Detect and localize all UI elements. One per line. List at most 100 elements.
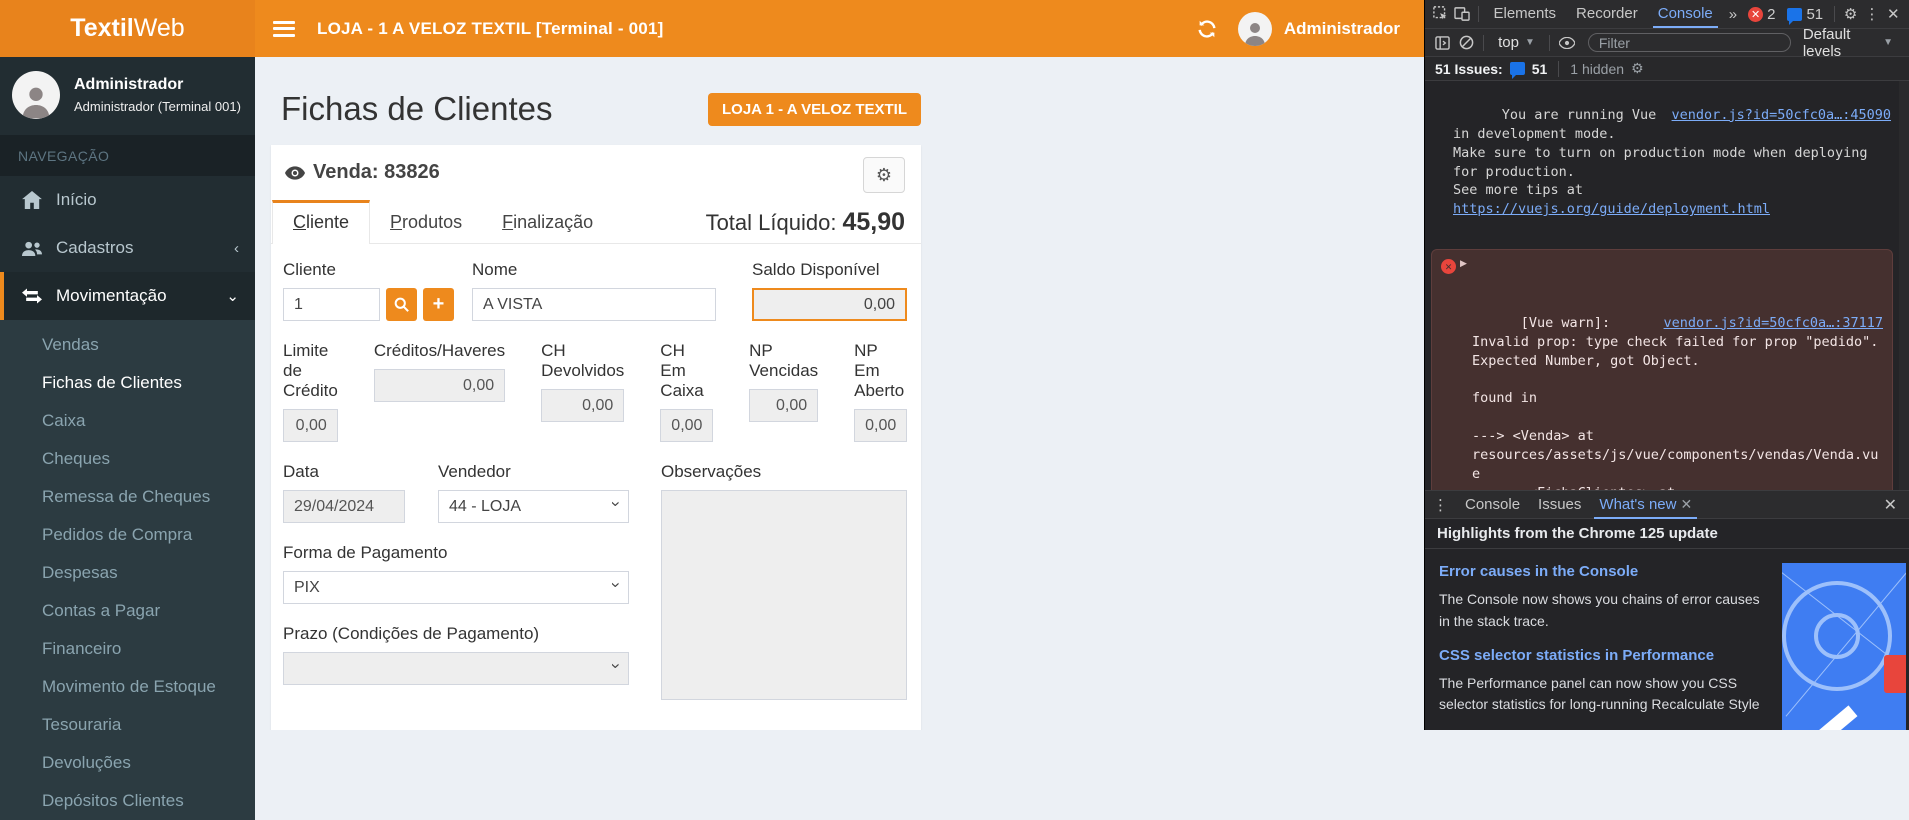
drawer-tab-whats-new[interactable]: What's new✕	[1590, 492, 1701, 518]
sidebar-item-label: Movimentação	[56, 286, 167, 306]
device-toolbar-icon[interactable]	[1452, 3, 1471, 25]
vendedor-select[interactable]: 44 - LOJA	[438, 490, 629, 523]
devtools-close-icon[interactable]: ✕	[1884, 3, 1903, 25]
devtools-tab-elements[interactable]: Elements	[1485, 1, 1566, 27]
tab-finalizacao[interactable]: Finalização	[482, 200, 613, 243]
search-client-button[interactable]	[386, 288, 417, 321]
sidebar-item-inicio[interactable]: Início	[0, 176, 255, 224]
whats-new-body: Error causes in the Console The Console …	[1425, 549, 1909, 730]
add-client-button[interactable]: +	[423, 288, 454, 321]
inspect-element-icon[interactable]	[1431, 3, 1450, 25]
console-error-message[interactable]: ✕ ▶ vendor.js?id=50cfc0a…:37117[Vue warn…	[1431, 249, 1893, 490]
forma-pagamento-select[interactable]: PIX	[283, 571, 629, 604]
chevron-down-icon: ▼	[1525, 37, 1535, 48]
tab-cliente[interactable]: Cliente	[272, 200, 370, 244]
movimentacao-submenu: Vendas Fichas de Clientes Caixa Cheques …	[0, 320, 255, 820]
source-link[interactable]: vendor.js?id=50cfc0a…:37117	[1664, 314, 1883, 333]
plus-icon: +	[433, 293, 445, 316]
observacoes-label: Observações	[661, 462, 907, 482]
console-filter-input[interactable]	[1588, 33, 1791, 52]
expand-triangle-icon[interactable]: ▶	[1460, 258, 1467, 271]
sidebar-item-cadastros[interactable]: Cadastros ‹	[0, 224, 255, 272]
drawer-tab-console[interactable]: Console	[1456, 492, 1529, 518]
app-logo[interactable]: TextilWeb	[0, 0, 255, 57]
message-count-badge[interactable]: 51	[1782, 6, 1828, 23]
top-navbar: LOJA - 1 A VELOZ TEXTIL [Terminal - 001]…	[255, 0, 1424, 57]
submenu-item-financeiro[interactable]: Financeiro	[0, 630, 255, 668]
devtools-drawer: ⋮ Console Issues What's new✕ ✕ Highlight…	[1425, 490, 1909, 730]
submenu-item-cheques[interactable]: Cheques	[0, 440, 255, 478]
cliente-input[interactable]	[283, 288, 380, 321]
execution-context-selector[interactable]: top ▼	[1490, 34, 1543, 51]
devtools-tab-recorder[interactable]: Recorder	[1567, 1, 1647, 27]
home-icon	[22, 191, 42, 209]
issues-bubble-icon	[1510, 62, 1525, 75]
page-title: Fichas de Clientes	[281, 90, 552, 128]
console-sidebar-toggle-icon[interactable]	[1431, 32, 1453, 54]
submenu-item-despesas[interactable]: Despesas	[0, 554, 255, 592]
total-value: 45,90	[842, 208, 905, 236]
error-icon: ✕	[1748, 7, 1763, 22]
eye-icon	[285, 166, 305, 180]
drawer-tab-issues[interactable]: Issues	[1529, 492, 1590, 518]
nome-input[interactable]	[472, 288, 716, 321]
log-levels-dropdown[interactable]: Default levels ▼	[1803, 26, 1903, 60]
submenu-item-depositos-clientes[interactable]: Depósitos Clientes	[0, 782, 255, 820]
gear-icon: ⚙	[876, 165, 892, 186]
forma-pagamento-label: Forma de Pagamento	[283, 543, 629, 563]
store-badge[interactable]: LOJA 1 - A VELOZ TEXTIL	[708, 93, 921, 126]
hidden-settings-icon[interactable]: ⚙	[1631, 61, 1644, 77]
hamburger-menu-icon[interactable]	[273, 21, 295, 37]
live-expression-eye-icon[interactable]	[1556, 32, 1578, 54]
nav-header: NAVEGAÇÃO	[0, 136, 255, 176]
refresh-icon[interactable]	[1196, 18, 1218, 40]
ch-devolvidos-label: CH Devolvidos	[541, 341, 624, 381]
more-tabs-icon[interactable]: »	[1724, 6, 1741, 23]
ch-devolvidos-input	[541, 389, 624, 422]
tab-produtos[interactable]: Produtos	[370, 200, 482, 243]
submenu-item-vendas[interactable]: Vendas	[0, 326, 255, 364]
submenu-item-movimento-de-estoque[interactable]: Movimento de Estoque	[0, 668, 255, 706]
issues-count-label[interactable]: 51 Issues:	[1435, 61, 1503, 77]
submenu-item-fichas-de-clientes[interactable]: Fichas de Clientes	[0, 364, 255, 402]
drawer-kebab-icon[interactable]: ⋮	[1425, 496, 1456, 514]
drawer-close-icon[interactable]: ✕	[1872, 495, 1909, 515]
console-log-area[interactable]: vendor.js?id=50cfc0a…:45090You are runni…	[1425, 81, 1909, 490]
users-icon	[22, 240, 42, 257]
terminal-title: LOJA - 1 A VELOZ TEXTIL [Terminal - 001]	[317, 19, 663, 39]
sidebar-user-role: Administrador (Terminal 001)	[74, 99, 241, 114]
np-vencidas-label: NP Vencidas	[749, 341, 818, 381]
submenu-item-tesouraria[interactable]: Tesouraria	[0, 706, 255, 744]
submenu-item-devolucoes[interactable]: Devoluções	[0, 744, 255, 782]
submenu-item-contas-a-pagar[interactable]: Contas a Pagar	[0, 592, 255, 630]
chrome-update-illustration	[1782, 563, 1906, 730]
exchange-icon	[22, 288, 42, 304]
prazo-label: Prazo (Condições de Pagamento)	[283, 624, 629, 644]
data-label: Data	[283, 462, 405, 482]
devtools-tab-console[interactable]: Console	[1649, 1, 1722, 27]
user-menu[interactable]: Administrador	[1238, 12, 1400, 46]
devtools-settings-icon[interactable]: ⚙	[1841, 3, 1860, 25]
sidebar-item-label: Cadastros	[56, 238, 133, 258]
settings-button[interactable]: ⚙	[863, 157, 905, 193]
devtools-kebab-icon[interactable]: ⋮	[1862, 3, 1881, 25]
whats-new-link-css-selector-stats[interactable]: CSS selector statistics in Performance	[1439, 647, 1769, 664]
submenu-item-caixa[interactable]: Caixa	[0, 402, 255, 440]
vuejs-deployment-link[interactable]: https://vuejs.org/guide/deployment.html	[1453, 201, 1770, 217]
observacoes-textarea[interactable]	[661, 490, 907, 700]
clear-console-icon[interactable]	[1455, 32, 1477, 54]
sidebar-item-movimentacao[interactable]: Movimentação ⌄	[0, 272, 255, 320]
source-link[interactable]: vendor.js?id=50cfc0a…:45090	[1672, 106, 1891, 125]
console-info-message: vendor.js?id=50cfc0a…:45090You are runni…	[1425, 81, 1899, 245]
user-avatar	[1238, 12, 1272, 46]
error-count-badge[interactable]: ✕ 2	[1743, 6, 1780, 23]
logo-light: Web	[134, 14, 185, 43]
prazo-select[interactable]	[283, 652, 629, 685]
np-vencidas-input	[749, 389, 818, 422]
whats-new-link-error-causes[interactable]: Error causes in the Console	[1439, 563, 1769, 580]
nome-label: Nome	[472, 260, 716, 280]
submenu-item-pedidos-de-compra[interactable]: Pedidos de Compra	[0, 516, 255, 554]
ch-em-caixa-input	[660, 409, 713, 442]
close-tab-icon[interactable]: ✕	[1680, 496, 1692, 512]
submenu-item-remessa-de-cheques[interactable]: Remessa de Cheques	[0, 478, 255, 516]
